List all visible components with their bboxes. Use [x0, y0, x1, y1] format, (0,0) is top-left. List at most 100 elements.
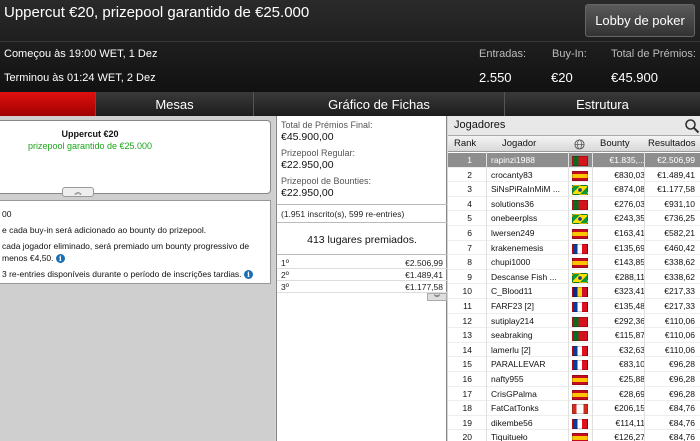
header-divider	[0, 41, 700, 42]
divider	[277, 254, 447, 255]
country-flag-icon	[572, 185, 588, 196]
tab-info[interactable]	[0, 92, 96, 116]
prize-row: 3º €1.177,58	[277, 281, 447, 293]
info-icon[interactable]: i	[243, 270, 253, 279]
player-result: €110,06	[664, 344, 695, 355]
col-bounty[interactable]: Bounty	[600, 138, 630, 149]
player-rank: 20	[462, 432, 472, 441]
player-rank: 19	[462, 417, 472, 428]
show-more-prizes-button[interactable]: ︾	[427, 293, 447, 302]
player-rank: 4	[467, 198, 472, 209]
end-time: Terminou às 01:24 WET, 2 Dez	[4, 72, 156, 84]
col-player[interactable]: Jogador	[502, 138, 536, 149]
player-result: €96,28	[669, 388, 695, 399]
tab-structure[interactable]: Estrutura	[505, 92, 700, 116]
regular-prize-value: €22.950,00	[281, 159, 334, 171]
column-separator	[644, 152, 645, 441]
player-rank: 17	[462, 388, 472, 399]
promo-subtitle: prizepool garantido de €25.000	[27, 141, 153, 151]
player-name: crocanty83	[491, 169, 533, 180]
player-name: nafty955	[491, 374, 524, 384]
col-results[interactable]: Resultados	[648, 138, 696, 149]
player-bounty: €32,63	[619, 344, 645, 355]
player-rank: 16	[462, 374, 472, 384]
player-rank: 1	[467, 155, 472, 165]
country-flag-icon	[572, 375, 588, 385]
player-name: dikembe56	[491, 417, 533, 428]
country-flag-icon	[572, 345, 588, 356]
player-result: €931,10	[664, 198, 695, 209]
entries-label: Entradas:	[479, 48, 527, 60]
player-result: €2.506,99	[657, 155, 695, 165]
tab-chip-graph[interactable]: Gráfico de Fichas	[254, 92, 505, 116]
column-separator	[592, 152, 593, 441]
country-flag-icon	[572, 170, 588, 181]
tab-tables[interactable]: Mesas	[96, 92, 254, 116]
search-icon[interactable]	[684, 118, 700, 134]
total-prizes-value: €45.900	[611, 70, 658, 85]
player-result: €84,76	[669, 417, 695, 428]
country-flag-icon	[572, 214, 588, 225]
player-bounty: €28,69	[619, 388, 645, 399]
player-bounty: €25,88	[619, 374, 645, 384]
country-flag-icon	[572, 418, 588, 429]
player-bounty: €114,11	[615, 417, 645, 428]
player-rank: 12	[462, 315, 472, 326]
prize-amount: €1.177,58	[405, 282, 443, 292]
player-result: €84,76	[669, 432, 695, 441]
player-name: onebeerplss	[491, 213, 538, 224]
player-name: FARF23 [2]	[491, 301, 534, 311]
country-flag-icon	[572, 243, 588, 254]
player-result: €1.177,58	[657, 184, 695, 195]
player-rank: 6	[467, 228, 472, 238]
player-rank: 9	[467, 271, 472, 282]
expand-button[interactable]: ︽	[62, 187, 94, 197]
total-prize-label: Total de Prémios Final:	[281, 120, 373, 130]
prize-amount: €2.506,99	[405, 258, 443, 268]
buyin-label: Buy-In:	[552, 48, 587, 60]
player-bounty: €83,10	[619, 359, 645, 370]
col-rank[interactable]: Rank	[454, 138, 476, 149]
player-name: rapinzi1988	[491, 155, 535, 165]
country-flag-icon	[572, 258, 588, 269]
divider	[277, 222, 447, 223]
player-rank: 2	[467, 169, 472, 180]
divider	[277, 204, 447, 205]
player-bounty: €323,41	[614, 286, 645, 297]
country-flag-icon	[572, 156, 588, 166]
rules-line: 00	[2, 209, 12, 219]
info-icon[interactable]: i	[55, 254, 65, 263]
player-rank: 8	[467, 257, 472, 268]
prize-place: 1º	[281, 258, 289, 268]
column-separator	[486, 152, 487, 441]
country-flag-icon	[572, 316, 588, 327]
country-flag-icon	[572, 331, 588, 342]
entries-text: (1.951 inscrito(s), 599 re-entries)	[281, 209, 405, 219]
poker-lobby-button[interactable]: Lobby de poker	[585, 4, 695, 37]
tournament-lobby-window: Uppercut €20, prizepool garantido de €25…	[0, 0, 700, 441]
player-rank: 15	[462, 359, 472, 370]
country-flag-icon	[572, 199, 588, 210]
tournament-header: Uppercut €20, prizepool garantido de €25…	[0, 0, 700, 92]
rules-line: menos €4,50. i	[2, 253, 65, 263]
prize-row: 2º €1.489,41	[277, 269, 447, 281]
player-result: €96,28	[669, 359, 695, 370]
rules-text: menos €4,50.	[2, 253, 54, 263]
player-result: €338,62	[664, 271, 695, 282]
player-name: SiNsPiRaInMiM ...	[491, 184, 560, 195]
bounty-prize-label: Prizepool de Bounties:	[281, 176, 372, 186]
player-result: €582,21	[664, 228, 695, 238]
player-result: €736,25	[664, 213, 695, 224]
players-column-header: Rank Jogador Bounty Resultados	[448, 136, 700, 152]
player-bounty: €243,35	[614, 213, 645, 224]
player-bounty: €126,27	[614, 432, 645, 441]
country-flag-icon	[572, 229, 588, 239]
country-flag-icon	[572, 389, 588, 400]
globe-icon[interactable]	[574, 139, 585, 150]
total-prize-value: €45.900,00	[281, 131, 334, 143]
player-result: €84,76	[669, 403, 695, 414]
paid-places-text: 413 lugares premiados.	[307, 234, 417, 246]
player-result: €110,06	[664, 330, 695, 341]
player-rank: 7	[467, 242, 472, 253]
player-result: €338,62	[664, 257, 695, 268]
